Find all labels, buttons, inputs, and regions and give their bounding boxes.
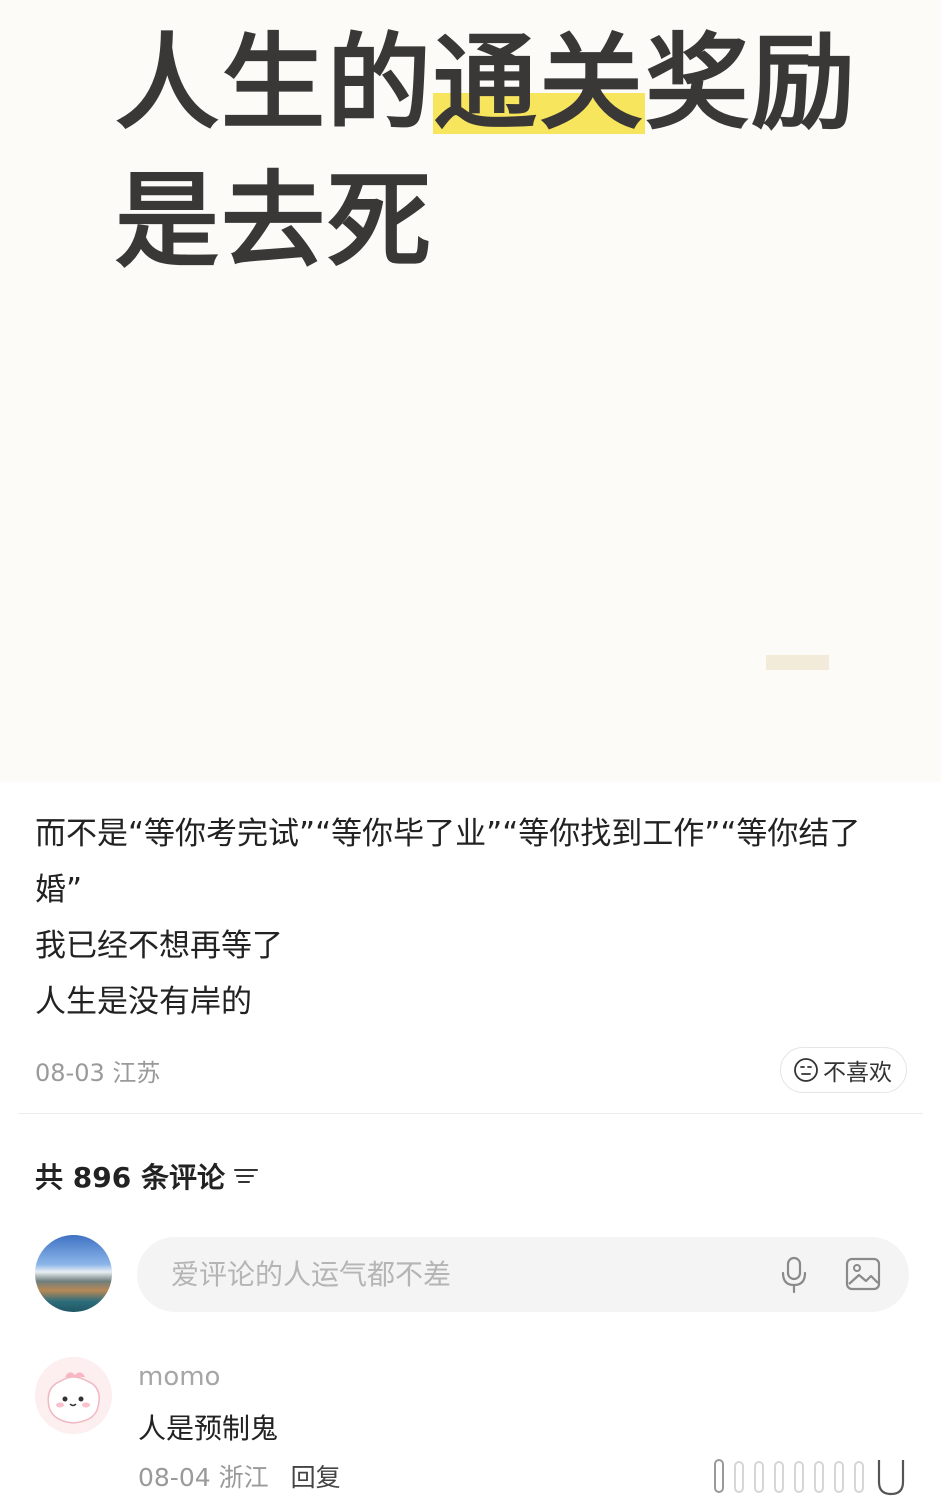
post-meta: 08-03 江苏 [35, 1053, 160, 1088]
title-highlight: 通关 [433, 22, 646, 144]
comment-date: 08-04 [138, 1463, 211, 1492]
post-image[interactable]: 人生的通关奖励 是去死 [0, 0, 941, 782]
post-location: 江苏 [112, 1059, 161, 1087]
post-line: 人生是没有岸的 [35, 984, 252, 1020]
comment-date-location: 08-04 浙江 [138, 1458, 269, 1494]
neutral-face-icon [794, 1058, 818, 1082]
current-user-avatar[interactable] [35, 1235, 112, 1312]
comment-location: 浙江 [218, 1463, 269, 1492]
cartoon-avatar-icon [35, 1357, 112, 1434]
comments-header[interactable]: 共 896 条评论 [35, 1156, 259, 1196]
comments-count: 共 896 条评论 [35, 1161, 225, 1194]
post-image-title-line2: 是去死 [115, 160, 434, 282]
image-icon[interactable] [845, 1256, 881, 1292]
post-date: 08-03 [35, 1059, 105, 1087]
microphone-icon[interactable] [778, 1256, 810, 1294]
post-line: 而不是“等你考完试”“等你毕了业”“等你找到工作”“等你结了婚” [35, 816, 861, 908]
decorative-mark [766, 655, 829, 670]
comment-actions-icons[interactable] [705, 1452, 905, 1498]
title-text: 人生的 [115, 22, 434, 144]
post-line: 我已经不想再等了 [35, 928, 283, 964]
divider [18, 1113, 923, 1114]
commenter-avatar[interactable] [35, 1357, 112, 1434]
post-image-title: 人生的通关奖励 是去死 [115, 14, 857, 290]
comment-meta: 08-04 浙江 回复 [138, 1458, 341, 1494]
reply-button[interactable]: 回复 [291, 1458, 341, 1494]
title-text: 奖励 [645, 22, 858, 144]
comment-text: 人是预制鬼 [138, 1412, 279, 1445]
sort-lines-icon[interactable] [233, 1165, 259, 1187]
post-image-title-line1: 人生的通关奖励 [115, 14, 857, 152]
comment-author[interactable]: momo [138, 1362, 220, 1392]
dislike-label: 不喜欢 [823, 1060, 892, 1086]
post-content: 而不是“等你考完试”“等你毕了业”“等你找到工作”“等你结了婚” 我已经不想再等… [35, 806, 905, 1030]
dislike-button[interactable]: 不喜欢 [780, 1047, 907, 1093]
post-meta-row: 08-03 江苏 不喜欢 [35, 1047, 907, 1093]
